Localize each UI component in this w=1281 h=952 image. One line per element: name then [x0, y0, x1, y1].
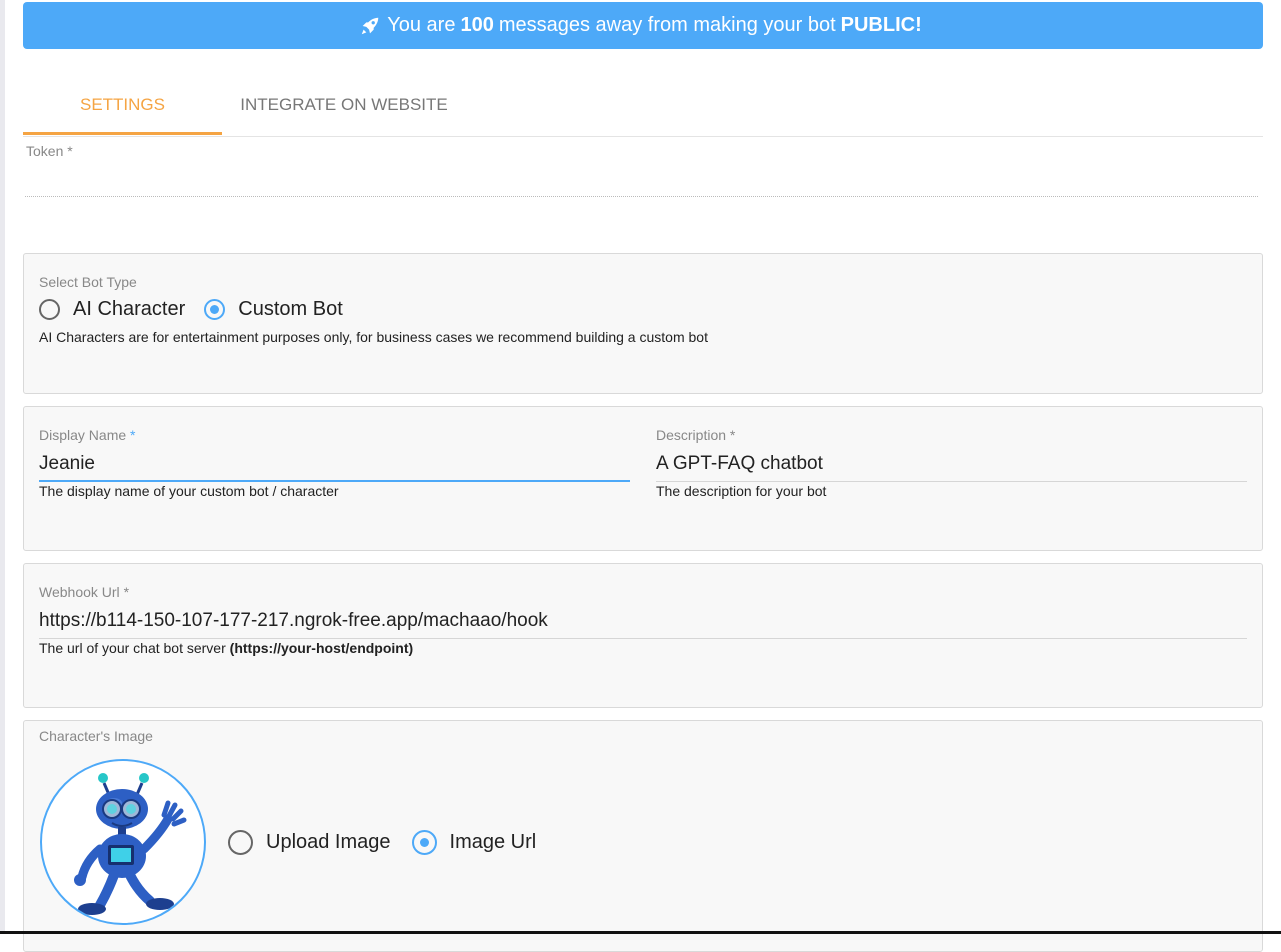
bot-type-label: Select Bot Type: [39, 274, 137, 290]
upload-image-radio[interactable]: [228, 830, 253, 855]
bot-type-card: Select Bot Type AI Character Custom Bot …: [23, 253, 1263, 394]
banner-prefix: You are: [387, 14, 456, 36]
bot-type-radio-group: AI Character Custom Bot: [39, 298, 343, 321]
character-image-label: Character's Image: [39, 728, 153, 744]
description-required-mark: *: [729, 427, 736, 443]
token-input[interactable]: [25, 196, 1258, 197]
display-name-underline: [39, 480, 630, 482]
robot-illustration: [74, 773, 187, 915]
name-description-card: Display Name * Jeanie The display name o…: [23, 406, 1263, 551]
image-url-option[interactable]: Image Url: [411, 830, 537, 855]
banner-middle: messages away from making your bot: [498, 14, 836, 36]
left-scroll-edge: [0, 0, 5, 934]
ai-character-option[interactable]: AI Character: [39, 298, 185, 321]
rocket-icon: [361, 17, 379, 34]
webhook-underline: [39, 638, 1247, 639]
tab-settings[interactable]: SETTINGS: [23, 78, 222, 135]
settings-tabs: SETTINGS INTEGRATE ON WEBSITE: [23, 78, 1263, 137]
webhook-required-mark: *: [123, 584, 130, 600]
ai-character-option-label: AI Character: [73, 298, 186, 320]
token-required-mark: *: [67, 143, 73, 159]
tab-integrate-on-website[interactable]: INTEGRATE ON WEBSITE: [222, 78, 466, 134]
banner-highlight: PUBLIC!: [840, 14, 922, 36]
description-label: Description *: [656, 427, 736, 443]
public-progress-banner: You are 100 messages away from making yo…: [23, 2, 1263, 49]
description-underline: [656, 481, 1247, 482]
bot-type-hint: AI Characters are for entertainment purp…: [39, 329, 708, 345]
banner-count: 100: [460, 14, 494, 36]
image-url-option-label: Image Url: [449, 831, 537, 853]
description-input[interactable]: A GPT-FAQ chatbot: [656, 453, 823, 475]
display-name-input[interactable]: Jeanie: [39, 453, 95, 475]
image-source-radio-group: Upload Image Image Url: [228, 830, 536, 855]
description-hint: The description for your bot: [656, 483, 827, 499]
display-name-hint: The display name of your custom bot / ch…: [39, 483, 339, 499]
upload-image-option-label: Upload Image: [266, 831, 391, 853]
display-name-required-mark: *: [130, 427, 136, 443]
custom-bot-radio[interactable]: [204, 299, 226, 320]
webhook-hint: The url of your chat bot server (https:/…: [39, 640, 414, 656]
image-url-radio[interactable]: [411, 830, 437, 855]
webhook-hint-endpoint: (https://your-host/endpoint): [229, 640, 414, 656]
webhook-card: Webhook Url * https://b114-150-107-177-2…: [23, 563, 1263, 708]
custom-bot-option-label: Custom Bot: [238, 298, 343, 320]
robot-avatar-image: [40, 759, 206, 925]
webhook-url-input[interactable]: https://b114-150-107-177-217.ngrok-free.…: [39, 610, 548, 632]
webhook-label: Webhook Url *: [39, 584, 130, 600]
ai-character-radio[interactable]: [39, 299, 60, 320]
character-image-card: Character's Image Upload Image Image Url: [23, 720, 1263, 952]
custom-bot-option[interactable]: Custom Bot: [204, 298, 343, 321]
upload-image-option[interactable]: Upload Image: [228, 830, 391, 855]
display-name-label: Display Name *: [39, 427, 136, 443]
token-label: Token *: [26, 143, 73, 159]
